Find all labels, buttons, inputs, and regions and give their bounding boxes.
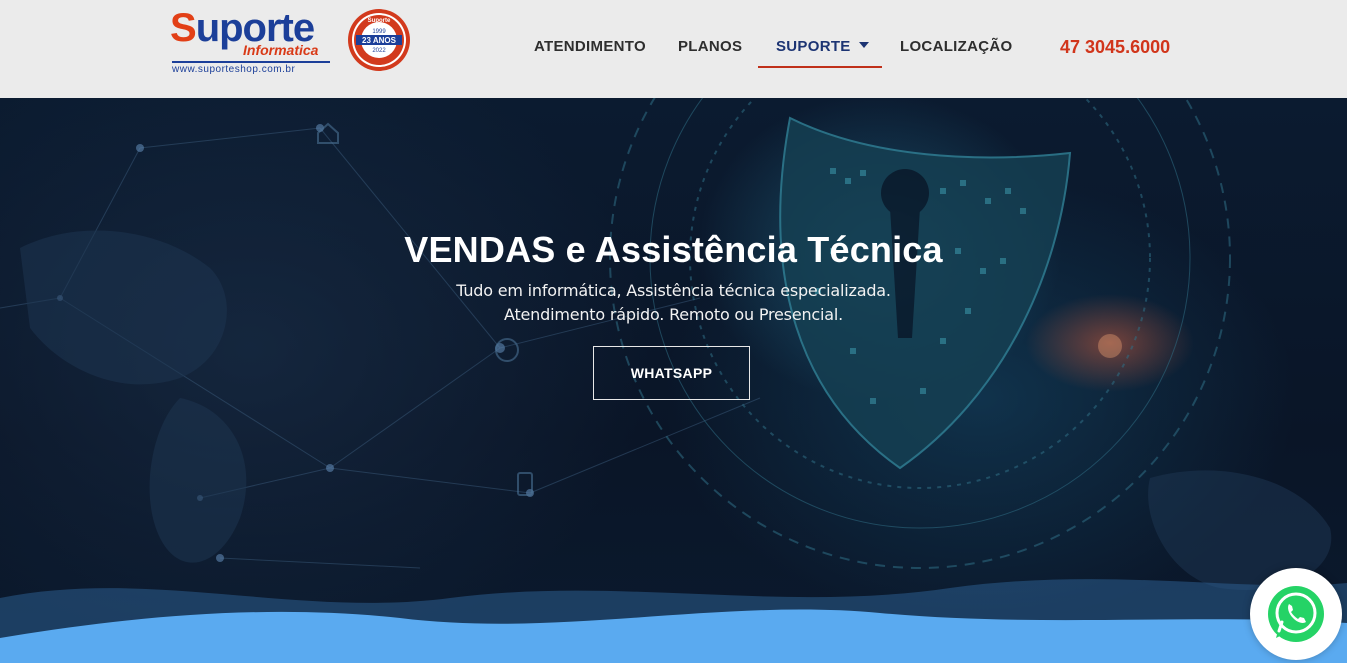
site-header: Suporte Informatica www.suporteshop.com.… bbox=[0, 0, 1347, 98]
nav-item-suporte-label: SUPORTE bbox=[776, 38, 851, 55]
whatsapp-button[interactable]: WHATSAPP bbox=[593, 346, 750, 400]
logo-url: www.suporteshop.com.br bbox=[172, 61, 330, 75]
nav-item-planos[interactable]: PLANOS bbox=[678, 38, 742, 55]
caret-down-icon bbox=[858, 42, 869, 49]
svg-text:23 ANOS: 23 ANOS bbox=[362, 36, 397, 45]
logo-subtitle: Informatica bbox=[243, 42, 319, 58]
active-nav-indicator bbox=[758, 66, 882, 68]
hero-title: VENDAS e Assistência Técnica bbox=[404, 229, 943, 270]
whatsapp-icon bbox=[1268, 586, 1324, 642]
svg-text:1999: 1999 bbox=[372, 29, 386, 35]
anniversary-seal-icon: Suporte 1999 23 ANOS 2022 bbox=[348, 9, 410, 71]
site-logo[interactable]: Suporte Informatica www.suporteshop.com.… bbox=[170, 8, 340, 75]
phone-number[interactable]: 47 3045.6000 bbox=[1060, 37, 1170, 58]
svg-text:Suporte: Suporte bbox=[368, 18, 391, 24]
nav-item-suporte[interactable]: SUPORTE bbox=[776, 38, 869, 55]
hero-subtitle-line2: Atendimento rápido. Remoto ou Presencial… bbox=[504, 305, 843, 324]
svg-text:2022: 2022 bbox=[372, 48, 386, 54]
whatsapp-float-button[interactable] bbox=[1250, 568, 1342, 660]
nav-item-atendimento[interactable]: ATENDIMENTO bbox=[534, 38, 646, 55]
hero-section: VENDAS e Assistência Técnica Tudo em inf… bbox=[0, 98, 1347, 663]
nav-item-localizacao[interactable]: LOCALIZAÇÃO bbox=[900, 38, 1012, 55]
hero-subtitle-line1: Tudo em informática, Assistência técnica… bbox=[456, 281, 891, 300]
